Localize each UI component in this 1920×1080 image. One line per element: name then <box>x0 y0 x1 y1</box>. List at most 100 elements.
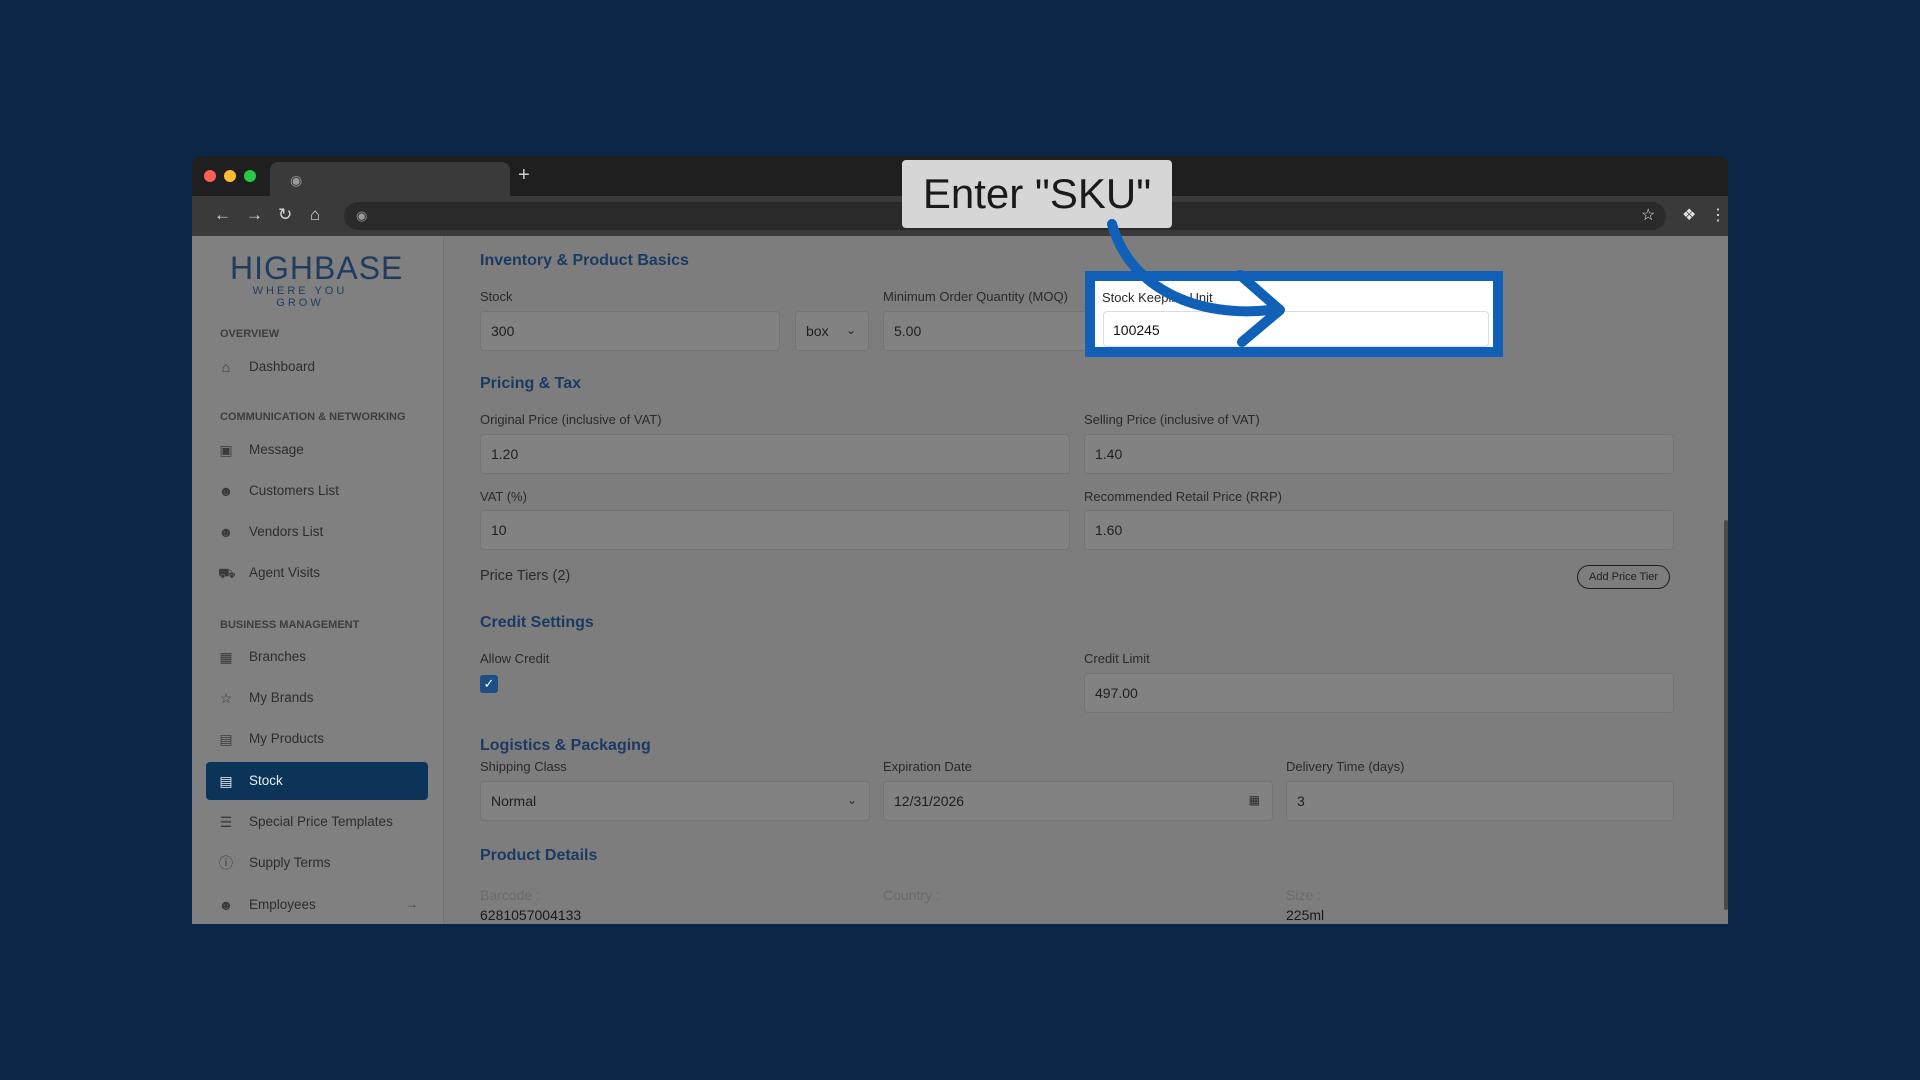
info-icon: ⓘ <box>219 855 233 871</box>
sidebar-item-label: Branches <box>249 649 307 664</box>
price-tiers-label: Price Tiers (2) <box>480 568 571 584</box>
building-icon: ▦ <box>219 649 233 665</box>
menu-icon[interactable]: ⋮ <box>1710 205 1726 225</box>
delivery-time-label: Delivery Time (days) <box>1286 759 1405 774</box>
vat-label: VAT (%) <box>480 489 527 504</box>
sidebar-item-label: Message <box>249 442 304 457</box>
sidebar-item-products[interactable]: ▤ My Products <box>206 720 428 758</box>
chevron-right-icon: → <box>406 897 418 911</box>
chevron-down-icon: ⌄ <box>845 323 856 337</box>
section-title-logistics: Logistics & Packaging <box>480 737 651 754</box>
sku-highlight: Stock Keeping Unit 100245 <box>1085 271 1503 357</box>
add-price-tier-button[interactable]: Add Price Tier <box>1577 565 1671 589</box>
home-icon: ⌂ <box>221 359 231 375</box>
sku-input[interactable]: 100245 <box>1103 311 1489 347</box>
chevron-down-icon: ⌄ <box>846 793 857 807</box>
home-icon[interactable]: ⌂ <box>310 205 320 225</box>
forward-icon[interactable]: → <box>246 205 263 225</box>
section-label-business: BUSINESS MANAGEMENT <box>220 619 360 631</box>
star-icon[interactable]: ☆ <box>1641 205 1655 225</box>
size-value: 225ml <box>1286 907 1325 923</box>
sidebar-item-special-price-templates[interactable]: ☰ Special Price Templates <box>206 803 428 841</box>
back-icon[interactable]: ← <box>214 205 231 225</box>
expiration-date-value: 12/31/2026 <box>894 793 965 809</box>
section-title-inventory: Inventory & Product Basics <box>480 252 689 269</box>
archive-icon: ▤ <box>219 773 233 789</box>
original-price-label: Original Price (inclusive of VAT) <box>480 412 662 427</box>
moq-label: Minimum Order Quantity (MOQ) <box>883 289 1068 304</box>
users-icon: ☻ <box>218 524 234 540</box>
section-label-communication: COMMUNICATION & NETWORKING <box>220 411 406 423</box>
expiration-date-label: Expiration Date <box>883 759 972 774</box>
stock-input[interactable]: 300 <box>480 311 780 351</box>
sidebar-item-label: My Brands <box>249 690 314 705</box>
sidebar-item-dashboard[interactable]: ⌂ Dashboard <box>206 348 428 386</box>
sidebar-item-employees[interactable]: ☻ Employees → <box>206 886 428 924</box>
sidebar: HIGHBASE WHERE YOU GROW OVERVIEW ⌂ Dashb… <box>192 236 444 924</box>
scrollbar[interactable] <box>1724 520 1728 910</box>
rrp-label: Recommended Retail Price (RRP) <box>1084 489 1282 504</box>
list-icon: ☰ <box>219 814 233 830</box>
stock-form: Inventory & Product Basics Stock 300 box… <box>472 236 1692 924</box>
sidebar-item-supply-terms[interactable]: ⓘ Supply Terms <box>206 844 428 882</box>
country-label: Country : <box>883 887 940 903</box>
barcode-value: 6281057004133 <box>480 907 582 923</box>
truck-icon: ⛟ <box>218 565 236 581</box>
section-title-credit: Credit Settings <box>480 614 594 631</box>
sidebar-item-stock[interactable]: ▤ Stock <box>206 762 428 800</box>
shipping-class-select[interactable]: Normal ⌄ <box>480 781 870 821</box>
credit-limit-label: Credit Limit <box>1084 651 1150 666</box>
shipping-class-label: Shipping Class <box>480 759 567 774</box>
star-icon: ☆ <box>219 690 233 706</box>
users-icon: ☻ <box>218 483 234 499</box>
credit-limit-input[interactable]: 497.00 <box>1084 673 1674 713</box>
unit-select-value: box <box>806 323 829 339</box>
section-label-overview: OVERVIEW <box>220 328 280 340</box>
maximize-window-button[interactable] <box>244 170 256 182</box>
minimize-window-button[interactable] <box>224 170 236 182</box>
logo-wordmark: HIGHBASE <box>230 250 404 286</box>
close-window-button[interactable] <box>204 170 216 182</box>
allow-credit-checkbox[interactable]: ✓ <box>480 675 498 693</box>
section-title-pricing: Pricing & Tax <box>480 375 582 392</box>
sidebar-item-message[interactable]: ▣ Message <box>206 431 428 469</box>
new-tab-button[interactable]: + <box>518 164 530 187</box>
sidebar-item-brands[interactable]: ☆ My Brands <box>206 679 428 717</box>
size-label: Size : <box>1286 887 1322 903</box>
sidebar-item-agent-visits[interactable]: ⛟ Agent Visits <box>206 554 428 592</box>
expiration-date-input[interactable]: 12/31/2026 ▦ <box>883 781 1273 821</box>
section-title-product-details: Product Details <box>480 847 598 864</box>
unit-select[interactable]: box ⌄ <box>795 311 869 351</box>
stock-label: Stock <box>480 289 513 304</box>
sidebar-item-label: Special Price Templates <box>249 814 393 829</box>
sidebar-item-label: Stock <box>249 773 283 788</box>
browser-tab[interactable]: ◉ <box>270 162 510 196</box>
globe-icon: ◉ <box>356 208 368 223</box>
sidebar-item-label: Vendors List <box>249 524 324 539</box>
selling-price-label: Selling Price (inclusive of VAT) <box>1084 412 1260 427</box>
allow-credit-label: Allow Credit <box>480 651 550 666</box>
sidebar-item-branches[interactable]: ▦ Branches <box>206 638 428 676</box>
shipping-class-value: Normal <box>491 793 537 809</box>
selling-price-input[interactable]: 1.40 <box>1084 434 1674 474</box>
instruction-callout: Enter "SKU" <box>902 160 1172 228</box>
sidebar-item-customers[interactable]: ☻ Customers List <box>206 472 428 510</box>
extensions-icon[interactable]: ❖ <box>1682 205 1696 225</box>
users-icon: ☻ <box>218 897 234 913</box>
logo-tagline: WHERE YOU GROW <box>252 285 348 309</box>
logo[interactable]: HIGHBASE WHERE YOU GROW <box>230 250 404 309</box>
vat-input[interactable]: 10 <box>480 510 1070 550</box>
archive-icon: ▤ <box>219 731 233 747</box>
delivery-time-input[interactable]: 3 <box>1286 781 1674 821</box>
sidebar-item-label: Employees <box>249 897 316 912</box>
reload-icon[interactable]: ↻ <box>278 205 292 225</box>
calendar-icon[interactable]: ▦ <box>1249 793 1260 807</box>
sidebar-item-label: Dashboard <box>249 359 316 374</box>
cube-icon: ▣ <box>219 442 233 458</box>
original-price-input[interactable]: 1.20 <box>480 434 1070 474</box>
sidebar-item-label: Agent Visits <box>249 565 321 580</box>
rrp-input[interactable]: 1.60 <box>1084 510 1674 550</box>
sku-label: Stock Keeping Unit <box>1102 290 1213 305</box>
sidebar-item-label: My Products <box>249 731 325 746</box>
sidebar-item-vendors[interactable]: ☻ Vendors List <box>206 513 428 551</box>
